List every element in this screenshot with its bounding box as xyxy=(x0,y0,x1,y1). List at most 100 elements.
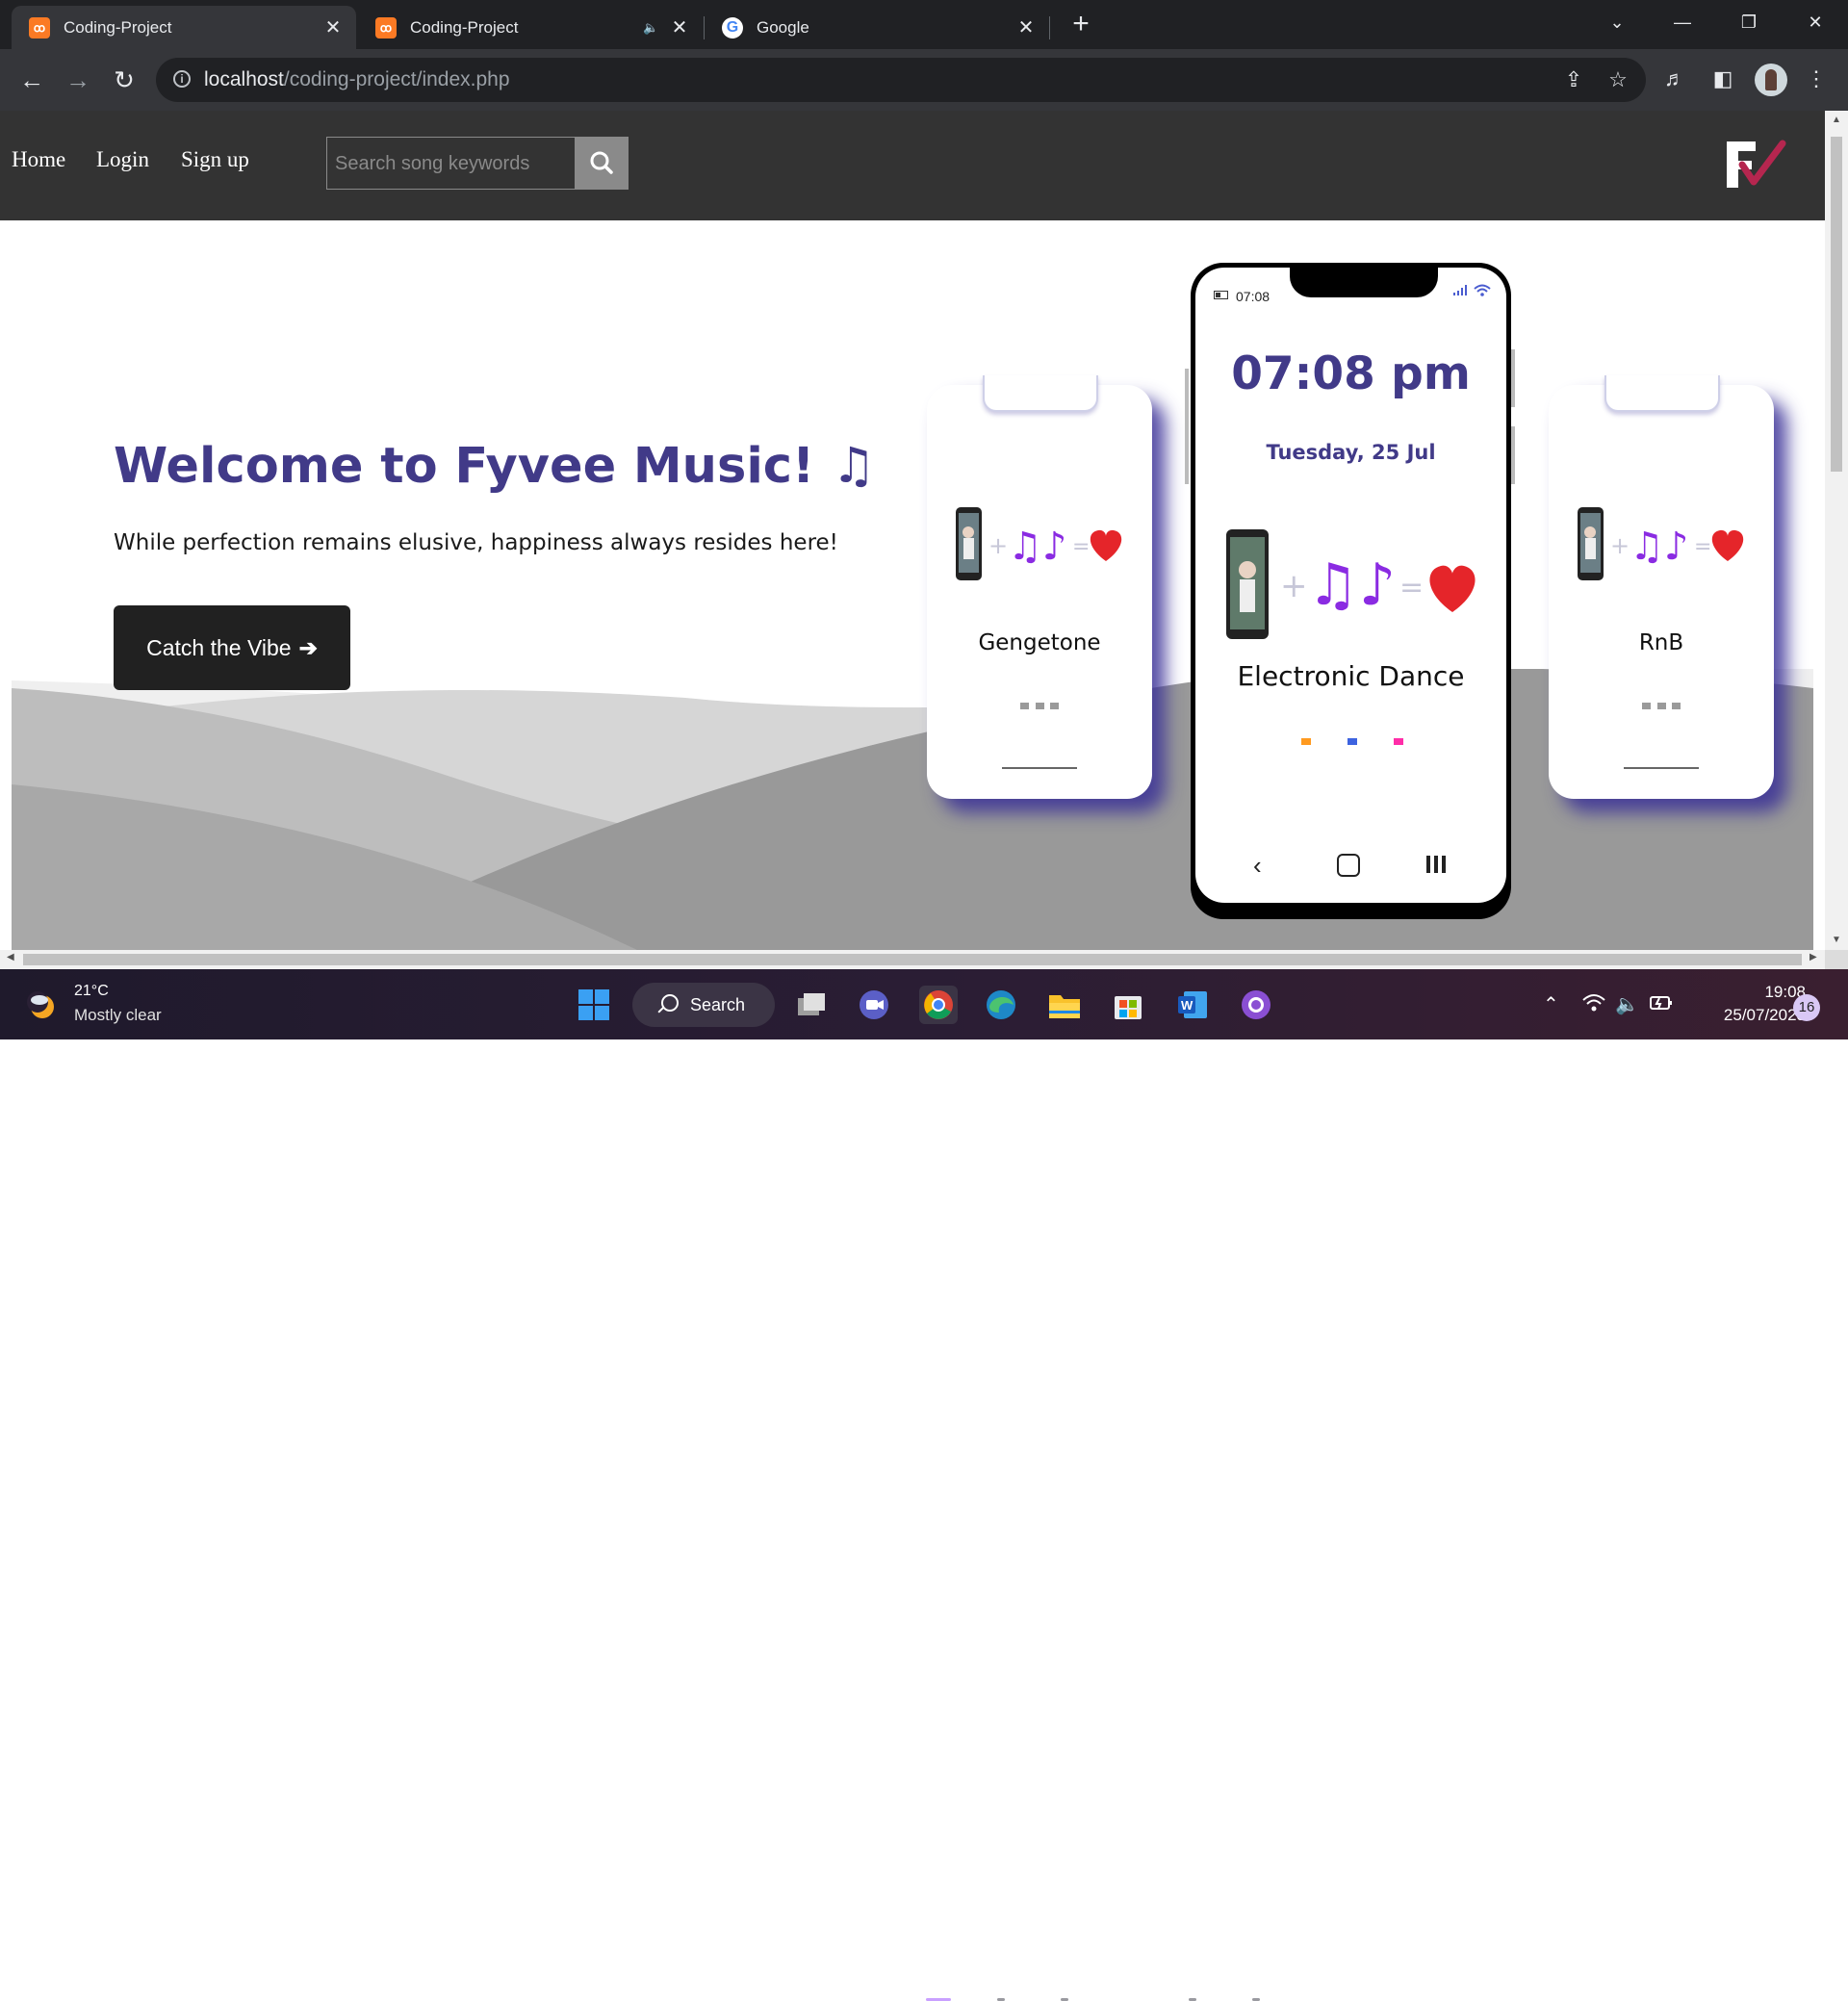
minimize-icon[interactable]: — xyxy=(1663,8,1702,37)
tab-search-chevron-icon[interactable]: ⌄ xyxy=(1598,8,1636,37)
carousel-dot[interactable] xyxy=(1348,738,1357,745)
page-viewport: Home Login Sign up Search song keywords … xyxy=(0,111,1825,950)
cta-label: Catch the Vibe xyxy=(146,634,292,660)
scroll-right-icon[interactable]: ▶ xyxy=(1810,952,1817,962)
phone-notch xyxy=(1290,268,1438,297)
bookmark-star-icon[interactable]: ☆ xyxy=(1604,66,1631,93)
battery-icon xyxy=(1214,291,1228,299)
chrome-icon[interactable] xyxy=(919,986,958,1024)
teams-chat-icon[interactable] xyxy=(855,986,893,1024)
carousel-dot[interactable] xyxy=(1394,738,1403,745)
edge-icon[interactable] xyxy=(982,986,1020,1024)
weather-description[interactable]: Mostly clear xyxy=(74,1006,162,1025)
scrollbar-corner xyxy=(1825,950,1848,969)
catch-the-vibe-button[interactable]: Catch the Vibe ➔ xyxy=(114,605,350,690)
vertical-scrollbar[interactable]: ▲ ▼ xyxy=(1825,111,1848,950)
genre-label: RnB xyxy=(1638,630,1684,655)
close-window-icon[interactable]: ✕ xyxy=(1796,8,1835,37)
more-dots-icon xyxy=(1020,703,1059,710)
xampp-icon: ꝏ xyxy=(29,16,50,38)
phone-clock: 07:08 pm xyxy=(1231,347,1471,400)
windows-start-icon[interactable] xyxy=(575,986,613,1024)
svg-text:♫♪: ♫♪ xyxy=(1307,552,1396,619)
side-panel-icon[interactable]: ◧ xyxy=(1707,63,1739,95)
phone-music-love-icon: + ♫♪ = xyxy=(1226,529,1476,639)
phone-card-rnb[interactable]: + ♫♪ = RnB xyxy=(1549,375,1774,799)
phone-card-gengetone[interactable]: + ♫♪ = Gengetone xyxy=(927,375,1152,799)
taskbar-date[interactable]: 25/07/2023 xyxy=(1694,1006,1806,1025)
back-icon[interactable]: ← xyxy=(14,63,49,97)
signal-wifi-icon xyxy=(1453,284,1491,296)
phone-home-icon[interactable] xyxy=(1337,854,1360,877)
word-icon[interactable]: W xyxy=(1173,986,1212,1024)
speaker-icon[interactable]: 🔈 xyxy=(643,20,662,36)
task-view-icon[interactable] xyxy=(791,986,830,1024)
phone-screen: 07:08 07:08 pm Tuesday, 25 Jul + ♫♪ = El… xyxy=(1195,268,1506,903)
weather-moon-icon[interactable] xyxy=(27,990,60,1019)
genre-label: Electronic Dance xyxy=(1237,660,1465,692)
tab-coding-project-2[interactable]: ꝏ Coding-Project 🔈 ✕ xyxy=(358,6,703,49)
show-hidden-icons-chevron[interactable]: ⌃ xyxy=(1543,992,1559,1016)
weather-temperature[interactable]: 21°C xyxy=(74,983,109,1000)
file-explorer-icon[interactable] xyxy=(1045,986,1084,1024)
google-icon: G xyxy=(722,16,743,38)
github-desktop-icon[interactable] xyxy=(1237,986,1275,1024)
forward-icon[interactable]: → xyxy=(61,63,95,97)
tab-separator xyxy=(1049,16,1050,39)
phone-music-love-icon: + ♫♪ = xyxy=(956,507,1122,580)
close-tab-icon[interactable]: ✕ xyxy=(668,15,691,39)
scrollbar-thumb[interactable] xyxy=(1831,137,1842,472)
carousel-dot[interactable] xyxy=(1301,738,1311,745)
tab-google[interactable]: G Google ✕ xyxy=(705,6,1049,49)
phone-recents-icon[interactable] xyxy=(1426,856,1446,873)
microsoft-store-icon[interactable] xyxy=(1109,986,1147,1024)
new-tab-button[interactable]: + xyxy=(1066,10,1095,38)
reload-icon[interactable]: ↻ xyxy=(107,63,141,97)
close-tab-icon[interactable]: ✕ xyxy=(321,15,345,39)
scrollbar-thumb[interactable] xyxy=(23,954,1802,965)
scroll-up-icon[interactable]: ▲ xyxy=(1831,115,1842,125)
address-bar[interactable]: i localhost/coding-project/index.php ⇪ ☆ xyxy=(156,58,1646,102)
volume-icon[interactable]: 🔈 xyxy=(1615,992,1639,1016)
home-indicator xyxy=(1002,767,1077,769)
phone-music-love-icon: + ♫♪ = xyxy=(1578,507,1744,580)
svg-text:W: W xyxy=(1181,998,1194,1013)
more-dots-icon xyxy=(1642,703,1681,710)
svg-text:♫♪: ♫♪ xyxy=(1630,525,1688,569)
site-info-icon[interactable]: i xyxy=(173,70,191,88)
menu-kebab-icon[interactable]: ⋮ xyxy=(1800,63,1833,95)
svg-text:♫♪: ♫♪ xyxy=(1008,525,1066,569)
wifi-icon[interactable] xyxy=(1581,992,1606,1019)
search-button[interactable] xyxy=(576,137,629,190)
notification-badge[interactable]: 16 xyxy=(1793,994,1820,1021)
close-tab-icon[interactable]: ✕ xyxy=(1014,15,1038,39)
genre-label: Gengetone xyxy=(978,630,1101,655)
scroll-left-icon[interactable]: ◀ xyxy=(7,952,14,962)
song-search-input[interactable]: Search song keywords xyxy=(326,137,576,190)
nav-home-link[interactable]: Home xyxy=(12,147,65,172)
tab-coding-project-1[interactable]: ꝏ Coding-Project ✕ xyxy=(12,6,356,49)
taskbar-search[interactable]: Search xyxy=(632,983,775,1027)
scroll-down-icon[interactable]: ▼ xyxy=(1831,935,1842,945)
svg-text:=: = xyxy=(1399,571,1424,604)
phone-notch xyxy=(1604,375,1720,412)
site-navbar: Home Login Sign up Search song keywords xyxy=(0,111,1825,220)
arrow-right-icon: ➔ xyxy=(298,634,318,660)
nav-signup-link[interactable]: Sign up xyxy=(181,147,249,172)
hero-subtitle: While perfection remains elusive, happin… xyxy=(114,530,838,555)
share-icon[interactable]: ⇪ xyxy=(1560,66,1587,93)
phone-side-button xyxy=(1511,426,1515,484)
profile-avatar[interactable] xyxy=(1755,64,1787,96)
horizontal-scrollbar[interactable]: ◀ ▶ xyxy=(0,950,1825,969)
fyvee-logo[interactable] xyxy=(1721,136,1790,193)
phone-nav-bar: ‹ xyxy=(1195,845,1506,884)
restore-icon[interactable]: ❐ xyxy=(1730,8,1768,37)
phone-back-icon[interactable]: ‹ xyxy=(1253,851,1262,881)
battery-charging-icon[interactable] xyxy=(1649,992,1674,1019)
media-controls-icon[interactable]: ♬ xyxy=(1658,63,1691,95)
url-text[interactable]: localhost/coding-project/index.php xyxy=(204,68,510,91)
phone-card-electronic-dance[interactable]: 07:08 07:08 pm Tuesday, 25 Jul + ♫♪ = El… xyxy=(1185,263,1515,919)
search-icon xyxy=(590,151,613,174)
phone-side-button xyxy=(1511,349,1515,407)
nav-login-link[interactable]: Login xyxy=(96,147,149,172)
